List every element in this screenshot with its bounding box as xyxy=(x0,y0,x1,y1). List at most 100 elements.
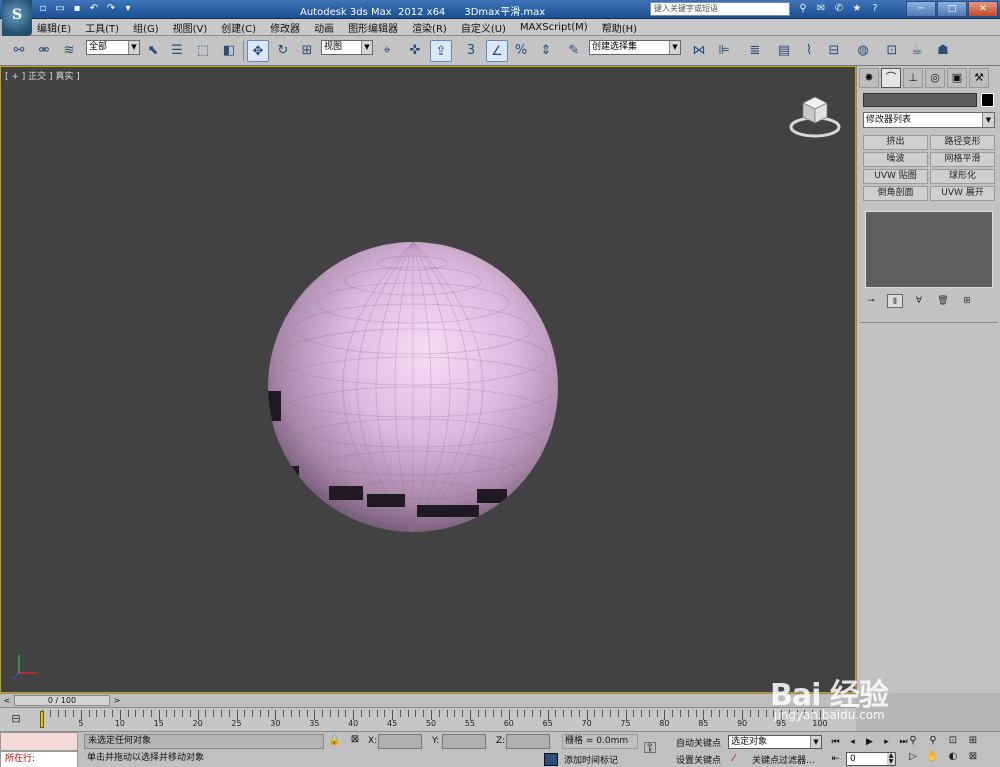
set-key-button[interactable]: 设置关键点 xyxy=(676,753,721,766)
previous-frame-icon[interactable]: ◂ xyxy=(845,735,860,749)
curve-editor-icon[interactable]: ⌇ xyxy=(798,40,820,62)
menu-help[interactable]: 帮助(H) xyxy=(595,20,644,35)
play-icon[interactable]: ▶ xyxy=(862,735,877,749)
project-folder-icon[interactable]: ▾ xyxy=(121,2,135,16)
y-coordinate-field[interactable] xyxy=(442,734,486,749)
auto-key-button[interactable]: 自动关键点 xyxy=(676,736,721,749)
utilities-icon[interactable]: ⚒ xyxy=(969,68,989,88)
app-logo-icon[interactable]: S xyxy=(2,0,32,36)
save-file-icon[interactable]: ▪ xyxy=(70,2,84,16)
display-icon[interactable]: ▣ xyxy=(947,68,967,88)
minimize-button[interactable]: ─ xyxy=(906,1,936,17)
edit-named-selection-icon[interactable]: ✎ xyxy=(563,40,585,62)
angle-snap-icon[interactable]: ∠ xyxy=(486,40,508,62)
pin-stack-icon[interactable]: ⊸ xyxy=(863,294,879,308)
motion-icon[interactable]: ◎ xyxy=(925,68,945,88)
menu-customize[interactable]: 自定义(U) xyxy=(454,20,513,35)
object-color-swatch[interactable] xyxy=(981,93,994,107)
mirror-icon[interactable]: ⋈ xyxy=(688,40,710,62)
create-icon[interactable]: ✸ xyxy=(859,68,879,88)
key-filter-icon[interactable]: ⁄ xyxy=(733,753,735,764)
link-icon[interactable]: ⚯ xyxy=(8,40,30,62)
field-of-view-icon[interactable]: ▷ xyxy=(904,750,922,764)
menu-views[interactable]: 视图(V) xyxy=(166,20,215,35)
binoculars-icon[interactable]: ⚲ xyxy=(796,2,810,16)
make-unique-icon[interactable]: ∀ xyxy=(911,294,927,308)
modifier-list-dropdown[interactable]: 修改器列表 ▼ xyxy=(863,112,995,128)
remove-modifier-icon[interactable]: 🗑 xyxy=(935,294,951,308)
go-to-start-icon[interactable]: ⏮ xyxy=(828,735,843,749)
add-time-tag-button[interactable]: 添加时间标记 xyxy=(564,753,618,766)
pivot-center-icon[interactable]: ⌖ xyxy=(376,40,398,62)
graphite-tools-icon[interactable]: ▤ xyxy=(773,40,795,62)
maximize-viewport-icon[interactable]: ⊠ xyxy=(964,750,982,764)
menu-rendering[interactable]: 渲染(R) xyxy=(405,20,454,35)
select-by-name-icon[interactable]: ☰ xyxy=(166,40,188,62)
selection-lock-icon[interactable]: 🔒 xyxy=(328,735,340,746)
percent-snap-icon[interactable]: % xyxy=(510,40,532,62)
current-frame-field[interactable]: 0 ▲ ▼ xyxy=(846,752,896,766)
orbit-icon[interactable]: ◐ xyxy=(944,750,962,764)
time-cursor[interactable] xyxy=(40,711,44,728)
zoom-extents-icon[interactable]: ⊡ xyxy=(944,734,962,748)
menu-group[interactable]: 组(G) xyxy=(126,20,166,35)
selection-filter-dropdown[interactable]: 全部 ▼ xyxy=(86,40,140,55)
named-selection-dropdown[interactable]: 创建选择集 ▼ xyxy=(589,40,681,55)
menu-tools[interactable]: 工具(T) xyxy=(78,20,126,35)
configure-modifier-sets-icon[interactable]: ⊞ xyxy=(959,294,975,308)
select-and-rotate-icon[interactable]: ↻ xyxy=(272,40,294,62)
track-bar[interactable]: ⊟ 05101520253035404550556065707580859095… xyxy=(0,707,856,731)
path-deform-button[interactable]: 路径变形 xyxy=(930,135,995,150)
subscription-icon[interactable]: ✉ xyxy=(814,2,828,16)
frame-ruler[interactable]: 0510152025303540455055606570758085909510… xyxy=(36,708,828,732)
key-filters-button[interactable]: 关键点过滤器... xyxy=(752,753,815,766)
pan-icon[interactable]: ✋ xyxy=(924,750,942,764)
restore-button[interactable]: □ xyxy=(937,1,967,17)
select-and-move-icon[interactable]: ✥ xyxy=(247,40,269,62)
menu-modifiers[interactable]: 修改器 xyxy=(263,20,307,35)
unlink-icon[interactable]: ⚮ xyxy=(33,40,55,62)
maxscript-listener-input[interactable] xyxy=(0,732,78,751)
zoom-all-icon[interactable]: ⚲ xyxy=(924,734,942,748)
layer-manager-icon[interactable]: ≣ xyxy=(744,40,766,62)
undo-icon[interactable]: ↶ xyxy=(87,2,101,16)
help-icon[interactable]: ? xyxy=(868,2,882,16)
unwrap-uvw-button[interactable]: UVW 展开 xyxy=(930,186,995,201)
menu-animation[interactable]: 动画 xyxy=(307,20,341,35)
spinner-snap-icon[interactable]: ⇕ xyxy=(535,40,557,62)
zoom-extents-all-icon[interactable]: ⊞ xyxy=(964,734,982,748)
modifier-stack-view[interactable] xyxy=(865,211,993,288)
select-object-icon[interactable]: ⬉ xyxy=(142,40,164,62)
render-setup-icon[interactable]: ⊡ xyxy=(881,40,903,62)
key-icon[interactable]: ⚿ xyxy=(644,738,656,758)
modify-icon[interactable]: ⌒ xyxy=(881,68,901,88)
noise-button[interactable]: 噪波 xyxy=(863,152,928,167)
sphere-object[interactable] xyxy=(267,241,559,533)
next-frame-icon[interactable]: ▸ xyxy=(879,735,894,749)
favorites-star-icon[interactable]: ★ xyxy=(850,2,864,16)
bind-space-warp-icon[interactable]: ≋ xyxy=(58,40,80,62)
hierarchy-icon[interactable]: ⊥ xyxy=(903,68,923,88)
redo-icon[interactable]: ↷ xyxy=(104,2,118,16)
time-slider[interactable]: < 0 / 100 > xyxy=(0,693,856,707)
select-manipulate-icon[interactable]: ✜ xyxy=(404,40,426,62)
meshsmooth-button[interactable]: 网格平滑 xyxy=(930,152,995,167)
schematic-view-icon[interactable]: ⊟ xyxy=(823,40,845,62)
viewport-label[interactable]: [ + ] 正交 ] 真实 ] xyxy=(5,69,80,82)
absolute-mode-icon[interactable]: ⊠ xyxy=(348,734,362,748)
snaps-toggle-icon[interactable]: 3 xyxy=(460,40,482,62)
keyboard-shortcut-override-icon[interactable]: ⇪ xyxy=(430,40,452,62)
render-production-icon[interactable]: ☗ xyxy=(932,40,954,62)
menu-graph-editors[interactable]: 图形编辑器 xyxy=(341,20,405,35)
rendered-frame-window-icon[interactable]: ☕ xyxy=(906,40,928,62)
x-coordinate-field[interactable] xyxy=(378,734,422,749)
align-icon[interactable]: ⊫ xyxy=(713,40,735,62)
communication-icon[interactable]: ✆ xyxy=(832,2,846,16)
reference-coordinate-dropdown[interactable]: 视图 ▼ xyxy=(321,40,373,55)
select-and-scale-icon[interactable]: ⊞ xyxy=(296,40,318,62)
menu-create[interactable]: 创建(C) xyxy=(214,20,263,35)
window-crossing-icon[interactable]: ◧ xyxy=(218,40,240,62)
show-end-result-icon[interactable]: Ⅱ xyxy=(887,294,903,308)
close-button[interactable]: ✕ xyxy=(968,1,998,17)
new-file-icon[interactable]: ▫ xyxy=(36,2,50,16)
